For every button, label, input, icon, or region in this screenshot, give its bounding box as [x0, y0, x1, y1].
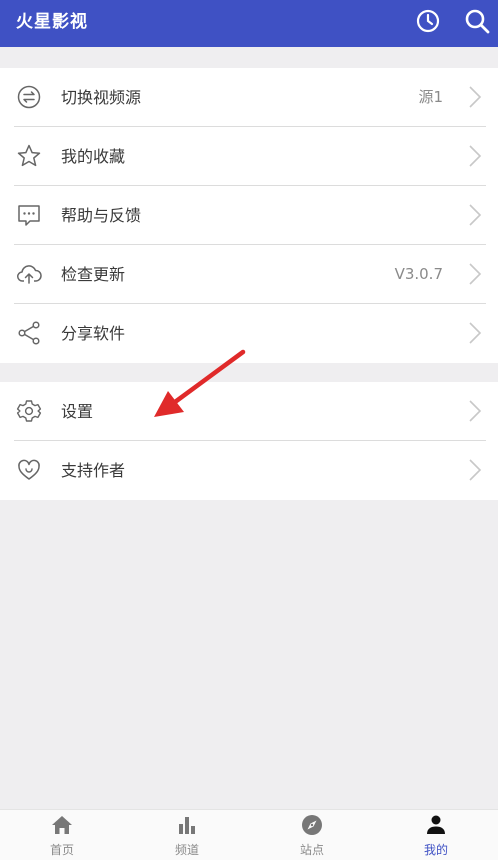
tab-label: 站点 — [299, 843, 324, 857]
chevron-right-icon — [469, 400, 482, 422]
swap-icon — [17, 85, 41, 109]
menu-item-label: 设置 — [61, 402, 94, 421]
menu-item-check-update[interactable]: 检查更新 V3.0.7 — [0, 245, 498, 304]
tab-label: 我的 — [423, 843, 448, 857]
app-bar: 火星影视 — [0, 0, 498, 47]
menu-item-share-app[interactable]: 分享软件 — [0, 304, 498, 363]
menu-group-main: 切换视频源 源1 我的收藏 帮助与反馈 检查更新 V3.0.7 分享软件 — [0, 68, 498, 363]
menu-item-support-author[interactable]: 支持作者 — [0, 441, 498, 500]
menu-item-label: 帮助与反馈 — [61, 206, 142, 225]
tab-sites[interactable]: 站点 — [250, 810, 374, 860]
menu-group-secondary: 设置 支持作者 — [0, 382, 498, 500]
menu-item-label: 切换视频源 — [61, 88, 142, 107]
chevron-right-icon — [469, 145, 482, 167]
star-icon — [17, 144, 41, 167]
tab-label: 首页 — [49, 843, 74, 857]
menu-item-value: 源1 — [418, 88, 443, 106]
tab-mine[interactable]: 我的 — [374, 810, 498, 860]
tab-channels[interactable]: 频道 — [125, 810, 249, 860]
chat-bubble-icon — [18, 205, 40, 226]
chevron-right-icon — [469, 459, 482, 481]
heart-icon — [18, 459, 40, 480]
menu-item-settings[interactable]: 设置 — [0, 382, 498, 441]
chevron-right-icon — [469, 204, 482, 226]
menu-item-label: 检查更新 — [61, 265, 126, 284]
chevron-right-icon — [469, 86, 482, 108]
chevron-right-icon — [469, 322, 482, 344]
version-value: V3.0.7 — [394, 265, 443, 283]
menu-item-help-feedback[interactable]: 帮助与反馈 — [0, 186, 498, 245]
tab-label: 频道 — [174, 843, 199, 857]
menu-item-switch-source[interactable]: 切换视频源 源1 — [0, 68, 498, 127]
compass-icon — [302, 815, 322, 835]
history-icon[interactable] — [414, 7, 442, 35]
menu-item-label: 我的收藏 — [61, 147, 126, 166]
chevron-right-icon — [469, 263, 482, 285]
search-icon[interactable] — [463, 7, 491, 35]
gear-icon — [16, 400, 42, 422]
menu-item-label: 分享软件 — [61, 324, 126, 343]
bar-chart-icon — [179, 817, 195, 834]
bottom-tab-bar: 首页 频道 站点 我的 — [0, 809, 498, 860]
app-title: 火星影视 — [16, 12, 88, 32]
home-icon — [52, 816, 72, 834]
tab-home[interactable]: 首页 — [0, 810, 124, 860]
cloud-upload-icon — [17, 265, 42, 284]
person-icon — [427, 815, 445, 834]
menu-item-favorites[interactable]: 我的收藏 — [0, 127, 498, 186]
menu-item-label: 支持作者 — [61, 461, 126, 480]
share-icon — [18, 321, 40, 345]
